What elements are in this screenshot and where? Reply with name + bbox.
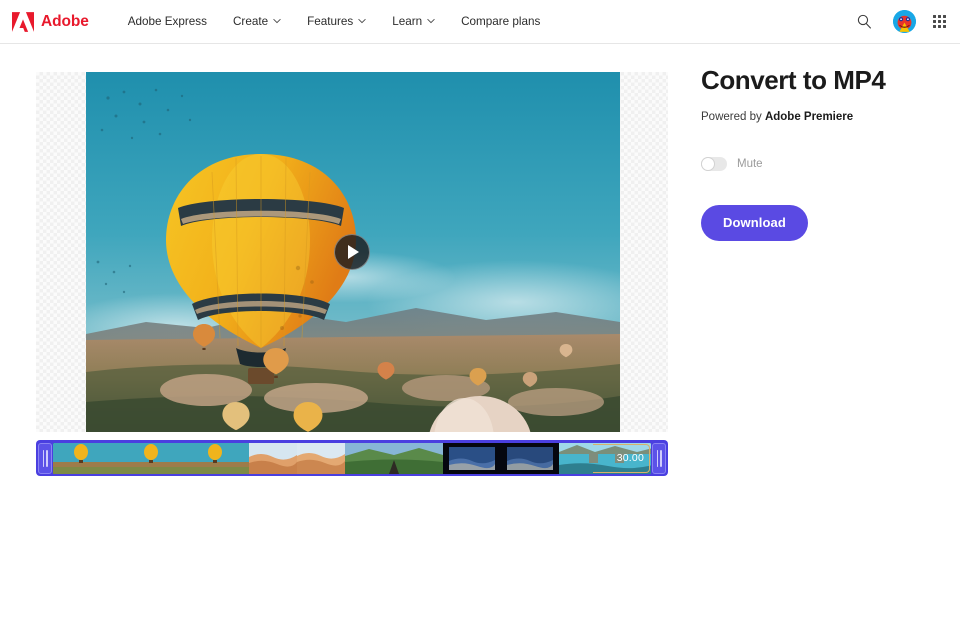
nav-item-features[interactable]: Features	[294, 0, 379, 43]
nav-label: Learn	[392, 14, 423, 28]
nav-label: Features	[307, 14, 354, 28]
video-timeline[interactable]: 30.00	[36, 440, 668, 476]
search-icon[interactable]	[854, 11, 876, 33]
timeline-thumbnail[interactable]	[53, 442, 121, 474]
adobe-logo-icon	[12, 11, 34, 32]
timeline-thumbnail[interactable]	[121, 442, 189, 474]
timeline-thumbnail[interactable]	[345, 442, 443, 474]
header-actions	[854, 10, 946, 33]
play-icon[interactable]	[334, 234, 370, 270]
play-triangle	[348, 245, 359, 259]
trim-handle-right[interactable]	[652, 442, 666, 474]
nav-label: Adobe Express	[127, 14, 207, 28]
nav-item-compare-plans[interactable]: Compare plans	[448, 0, 553, 43]
chevron-down-icon	[427, 18, 435, 26]
app-grid-icon[interactable]	[932, 14, 946, 29]
timeline-thumbnail[interactable]	[189, 442, 249, 474]
timeline-thumbnail[interactable]	[501, 442, 559, 474]
timeline-thumbnail[interactable]	[249, 442, 297, 474]
tool-panel: Convert to MP4 Powered by Adobe Premiere…	[701, 65, 937, 241]
mute-toggle[interactable]	[701, 156, 727, 171]
chevron-down-icon	[358, 18, 366, 26]
nav-item-learn[interactable]: Learn	[379, 0, 448, 43]
video-stage	[36, 72, 668, 432]
mute-toggle-row[interactable]: Mute	[701, 156, 763, 171]
timeline-filmstrip[interactable]: 30.00	[53, 442, 651, 474]
nav-item-adobe-express[interactable]: Adobe Express	[115, 0, 220, 43]
adobe-brand-name: Adobe	[41, 12, 89, 30]
global-header: Adobe Adobe Express Create Features Lear…	[0, 0, 960, 44]
page-body: 30.00 Convert to MP4 Powered by Adobe Pr…	[0, 44, 960, 640]
trim-handle-left[interactable]	[38, 442, 52, 474]
timeline-thumbnail[interactable]	[297, 442, 345, 474]
avatar[interactable]	[892, 10, 916, 33]
page-title: Convert to MP4	[701, 65, 886, 95]
chevron-down-icon	[273, 18, 281, 26]
powered-by-prefix: Powered by	[701, 110, 765, 123]
duration-label: 30.00	[616, 452, 644, 464]
powered-by-brand: Adobe Premiere	[764, 110, 854, 123]
nav-label: Compare plans	[461, 14, 541, 28]
mute-toggle-label: Mute	[737, 157, 763, 170]
download-button[interactable]: Download	[701, 204, 808, 241]
nav-item-create[interactable]: Create	[220, 0, 294, 43]
timeline-thumbnail[interactable]	[443, 442, 501, 474]
powered-by-text: Powered by Adobe Premiere	[701, 110, 937, 125]
adobe-brand-link[interactable]: Adobe	[12, 11, 89, 32]
nav-label: Create	[232, 14, 269, 28]
primary-nav: Adobe Express Create Features Learn Comp…	[115, 0, 554, 43]
